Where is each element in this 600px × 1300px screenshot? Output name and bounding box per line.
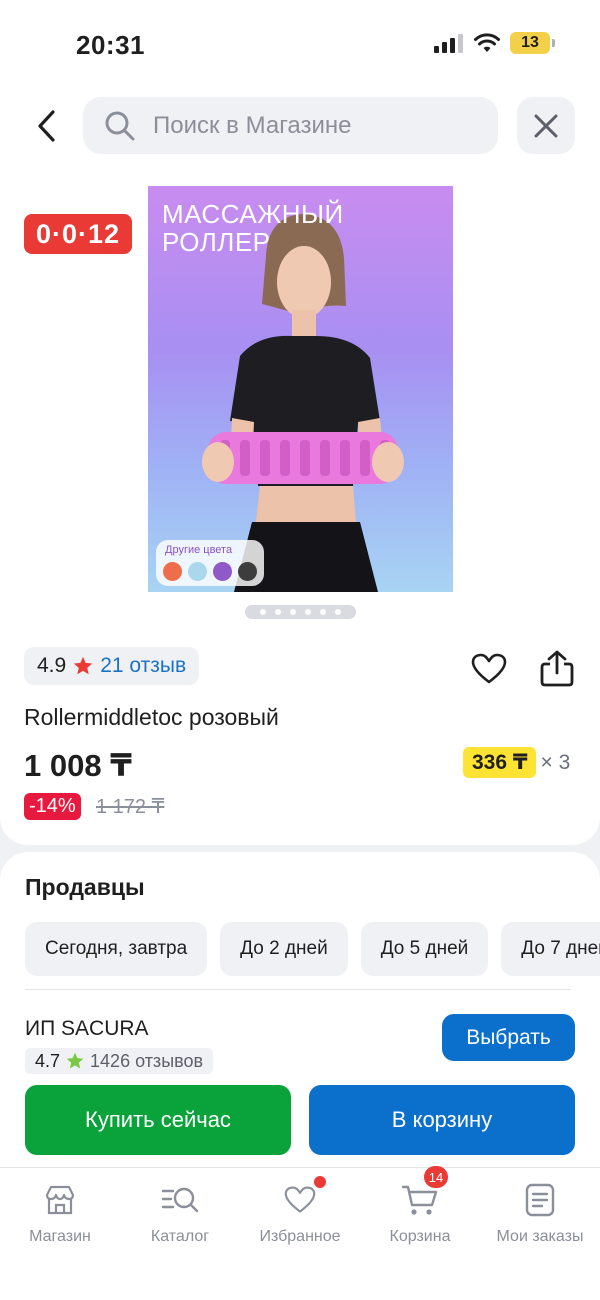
header bbox=[0, 88, 600, 168]
back-button[interactable] bbox=[28, 106, 64, 146]
discount-badge: -14% bbox=[24, 793, 81, 820]
heart-icon bbox=[280, 1176, 326, 1220]
star-icon bbox=[74, 656, 93, 675]
favorite-button[interactable] bbox=[470, 650, 508, 688]
carousel-dot[interactable] bbox=[305, 609, 311, 615]
heart-icon bbox=[471, 653, 507, 684]
status-bar: 20:31 13 bbox=[0, 0, 600, 88]
search-icon bbox=[103, 109, 137, 143]
rating-chip[interactable]: 4.9 21 отзыв bbox=[24, 647, 200, 685]
nav-label: Корзина bbox=[389, 1228, 451, 1245]
status-time: 20:31 bbox=[76, 30, 145, 60]
select-seller-button[interactable]: Выбрать bbox=[442, 1014, 575, 1061]
seller-rating-value: 4.7 bbox=[35, 1050, 61, 1071]
back-arrow-icon bbox=[38, 110, 55, 142]
wifi-icon bbox=[474, 33, 500, 52]
notification-dot bbox=[314, 1176, 326, 1188]
seller-name[interactable]: ИП SACURA bbox=[25, 1017, 149, 1041]
add-to-cart-button[interactable]: В корзину bbox=[309, 1085, 575, 1155]
carousel-dot[interactable] bbox=[290, 609, 296, 615]
product-title: Rollermiddletoc розовый bbox=[24, 704, 279, 730]
other-colors-label: Другие цвета bbox=[165, 544, 233, 556]
carousel-dot[interactable] bbox=[260, 609, 266, 615]
filter-chip[interactable]: До 2 дней bbox=[220, 922, 348, 976]
nav-label: Избранное bbox=[259, 1228, 341, 1245]
other-colors-panel[interactable]: Другие цвета bbox=[156, 540, 264, 586]
nav-label: Каталог bbox=[150, 1228, 210, 1245]
carousel-dots[interactable] bbox=[245, 605, 356, 619]
filter-chip[interactable]: До 5 дней bbox=[360, 922, 489, 976]
nav-item-store[interactable]: Магазин bbox=[0, 1180, 120, 1246]
nav-item-cart[interactable]: 14 Корзина bbox=[360, 1166, 480, 1246]
sellers-card: Продавцы Сегодня, завтра До 2 дней До 5 … bbox=[0, 852, 600, 1182]
reviews-link[interactable]: 21 отзыв bbox=[100, 654, 186, 678]
nav-item-orders[interactable]: Мои заказы bbox=[480, 1180, 600, 1246]
battery-indicator: 13 bbox=[510, 32, 555, 54]
star-icon bbox=[66, 1052, 84, 1069]
sellers-title: Продавцы bbox=[25, 874, 145, 900]
delivery-filters: Сегодня, завтра До 2 дней До 5 дней До 7… bbox=[25, 922, 600, 976]
bottom-nav: Магазин Каталог Избранное 14 Корзина Мои… bbox=[0, 1166, 600, 1300]
product-card: 0·0·12 МАССАЖНЫЙ РОЛЛЕР Другие цвета 4.9… bbox=[0, 168, 600, 845]
price: 1 008 ₸ bbox=[24, 748, 132, 783]
signal-icon bbox=[434, 34, 463, 53]
share-icon bbox=[540, 650, 574, 687]
buy-now-button[interactable]: Купить сейчас bbox=[25, 1085, 291, 1155]
filter-chip[interactable]: Сегодня, завтра bbox=[25, 922, 208, 976]
divider bbox=[25, 989, 571, 990]
nav-item-catalog[interactable]: Каталог bbox=[120, 1180, 240, 1246]
color-swatch[interactable] bbox=[238, 562, 257, 581]
close-icon bbox=[534, 114, 558, 137]
product-image[interactable]: МАССАЖНЫЙ РОЛЛЕР Другие цвета bbox=[148, 186, 453, 592]
rating-value: 4.9 bbox=[37, 654, 67, 677]
search-input[interactable] bbox=[153, 111, 473, 140]
carousel-dot[interactable] bbox=[275, 609, 281, 615]
color-swatch[interactable] bbox=[163, 562, 182, 581]
orders-icon bbox=[520, 1180, 560, 1220]
nav-item-favorites[interactable]: Избранное bbox=[240, 1176, 360, 1246]
color-swatch[interactable] bbox=[188, 562, 207, 581]
timer-badge: 0·0·12 bbox=[24, 214, 133, 254]
seller-reviews: 1426 отзывов bbox=[90, 1050, 204, 1071]
carousel-dot[interactable] bbox=[335, 609, 341, 615]
installment-info[interactable]: 336 ₸ × 3 bbox=[463, 747, 570, 778]
cart-count-badge: 14 bbox=[424, 1166, 448, 1188]
store-icon bbox=[40, 1180, 80, 1220]
installment-badge: 336 ₸ bbox=[463, 747, 537, 778]
catalog-search-icon bbox=[160, 1180, 200, 1220]
filter-chip[interactable]: До 7 дней bbox=[501, 922, 600, 976]
carousel-dot[interactable] bbox=[320, 609, 326, 615]
installment-count: × 3 bbox=[540, 750, 571, 774]
status-icons: 13 bbox=[434, 32, 555, 54]
nav-label: Магазин bbox=[29, 1228, 91, 1245]
seller-rating[interactable]: 4.7 1426 отзывов bbox=[25, 1048, 214, 1074]
close-button[interactable] bbox=[517, 97, 575, 154]
search-box[interactable] bbox=[83, 97, 498, 154]
color-swatch[interactable] bbox=[213, 562, 232, 581]
nav-label: Мои заказы bbox=[496, 1228, 584, 1245]
old-price: 1 172 ₸ bbox=[96, 796, 165, 818]
image-title: МАССАЖНЫЙ РОЛЛЕР bbox=[162, 199, 344, 257]
share-button[interactable] bbox=[537, 648, 577, 688]
cart-icon: 14 bbox=[400, 1166, 448, 1220]
